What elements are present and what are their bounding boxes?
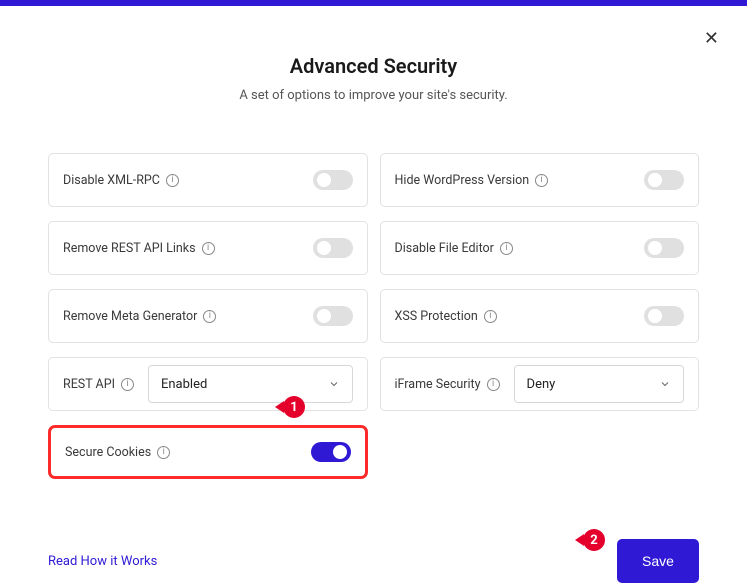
footer: Read How it Works Save	[0, 539, 747, 583]
chevron-down-icon	[659, 378, 671, 390]
select-value: Enabled	[161, 377, 207, 392]
option-xss-protection: XSS Protection i	[380, 289, 700, 343]
option-secure-cookies: Secure Cookies i	[48, 425, 368, 479]
option-label: Hide WordPress Version	[395, 173, 530, 188]
select-rest-api[interactable]: Enabled	[148, 365, 353, 403]
option-remove-rest-links: Remove REST API Links i	[48, 221, 368, 275]
option-iframe-security: iFrame Security i Deny	[380, 357, 700, 411]
info-icon[interactable]: i	[535, 174, 548, 187]
toggle-remove-meta-gen[interactable]	[313, 306, 353, 326]
close-icon[interactable]: ✕	[704, 28, 719, 49]
info-icon[interactable]: i	[484, 310, 497, 323]
info-icon[interactable]: i	[487, 378, 500, 391]
option-label: Secure Cookies	[65, 445, 151, 460]
chevron-down-icon	[328, 378, 340, 390]
option-label: iFrame Security	[395, 377, 481, 392]
page-title: Advanced Security	[0, 54, 747, 78]
options-grid: Disable XML-RPC i Hide WordPress Version…	[0, 153, 747, 479]
toggle-xss-protection[interactable]	[644, 306, 684, 326]
info-icon[interactable]: i	[121, 378, 134, 391]
option-disable-xmlrpc: Disable XML-RPC i	[48, 153, 368, 207]
option-label: Disable File Editor	[395, 241, 494, 256]
toggle-remove-rest-links[interactable]	[313, 238, 353, 258]
option-label: Remove Meta Generator	[63, 309, 197, 324]
toggle-secure-cookies[interactable]	[311, 442, 351, 462]
header: Advanced Security A set of options to im…	[0, 54, 747, 103]
annotation-callout-2: 2	[583, 529, 605, 551]
annotation-callout-1: 1	[283, 396, 305, 418]
top-accent-bar	[0, 0, 747, 6]
toggle-disable-file-editor[interactable]	[644, 238, 684, 258]
info-icon[interactable]: i	[202, 242, 215, 255]
info-icon[interactable]: i	[500, 242, 513, 255]
option-remove-meta-gen: Remove Meta Generator i	[48, 289, 368, 343]
option-disable-file-editor: Disable File Editor i	[380, 221, 700, 275]
select-iframe-security[interactable]: Deny	[514, 365, 684, 403]
info-icon[interactable]: i	[166, 174, 179, 187]
option-hide-wp-version: Hide WordPress Version i	[380, 153, 700, 207]
save-button[interactable]: Save	[617, 539, 699, 583]
info-icon[interactable]: i	[203, 310, 216, 323]
select-value: Deny	[527, 377, 556, 392]
option-label: XSS Protection	[395, 309, 478, 324]
option-label: Disable XML-RPC	[63, 173, 160, 188]
info-icon[interactable]: i	[157, 446, 170, 459]
option-label: Remove REST API Links	[63, 241, 196, 256]
toggle-hide-wp-version[interactable]	[644, 170, 684, 190]
page-subtitle: A set of options to improve your site's …	[0, 88, 747, 103]
option-label: REST API	[63, 377, 115, 392]
option-rest-api: REST API i Enabled	[48, 357, 368, 411]
toggle-disable-xmlrpc[interactable]	[313, 170, 353, 190]
help-link[interactable]: Read How it Works	[48, 554, 157, 569]
